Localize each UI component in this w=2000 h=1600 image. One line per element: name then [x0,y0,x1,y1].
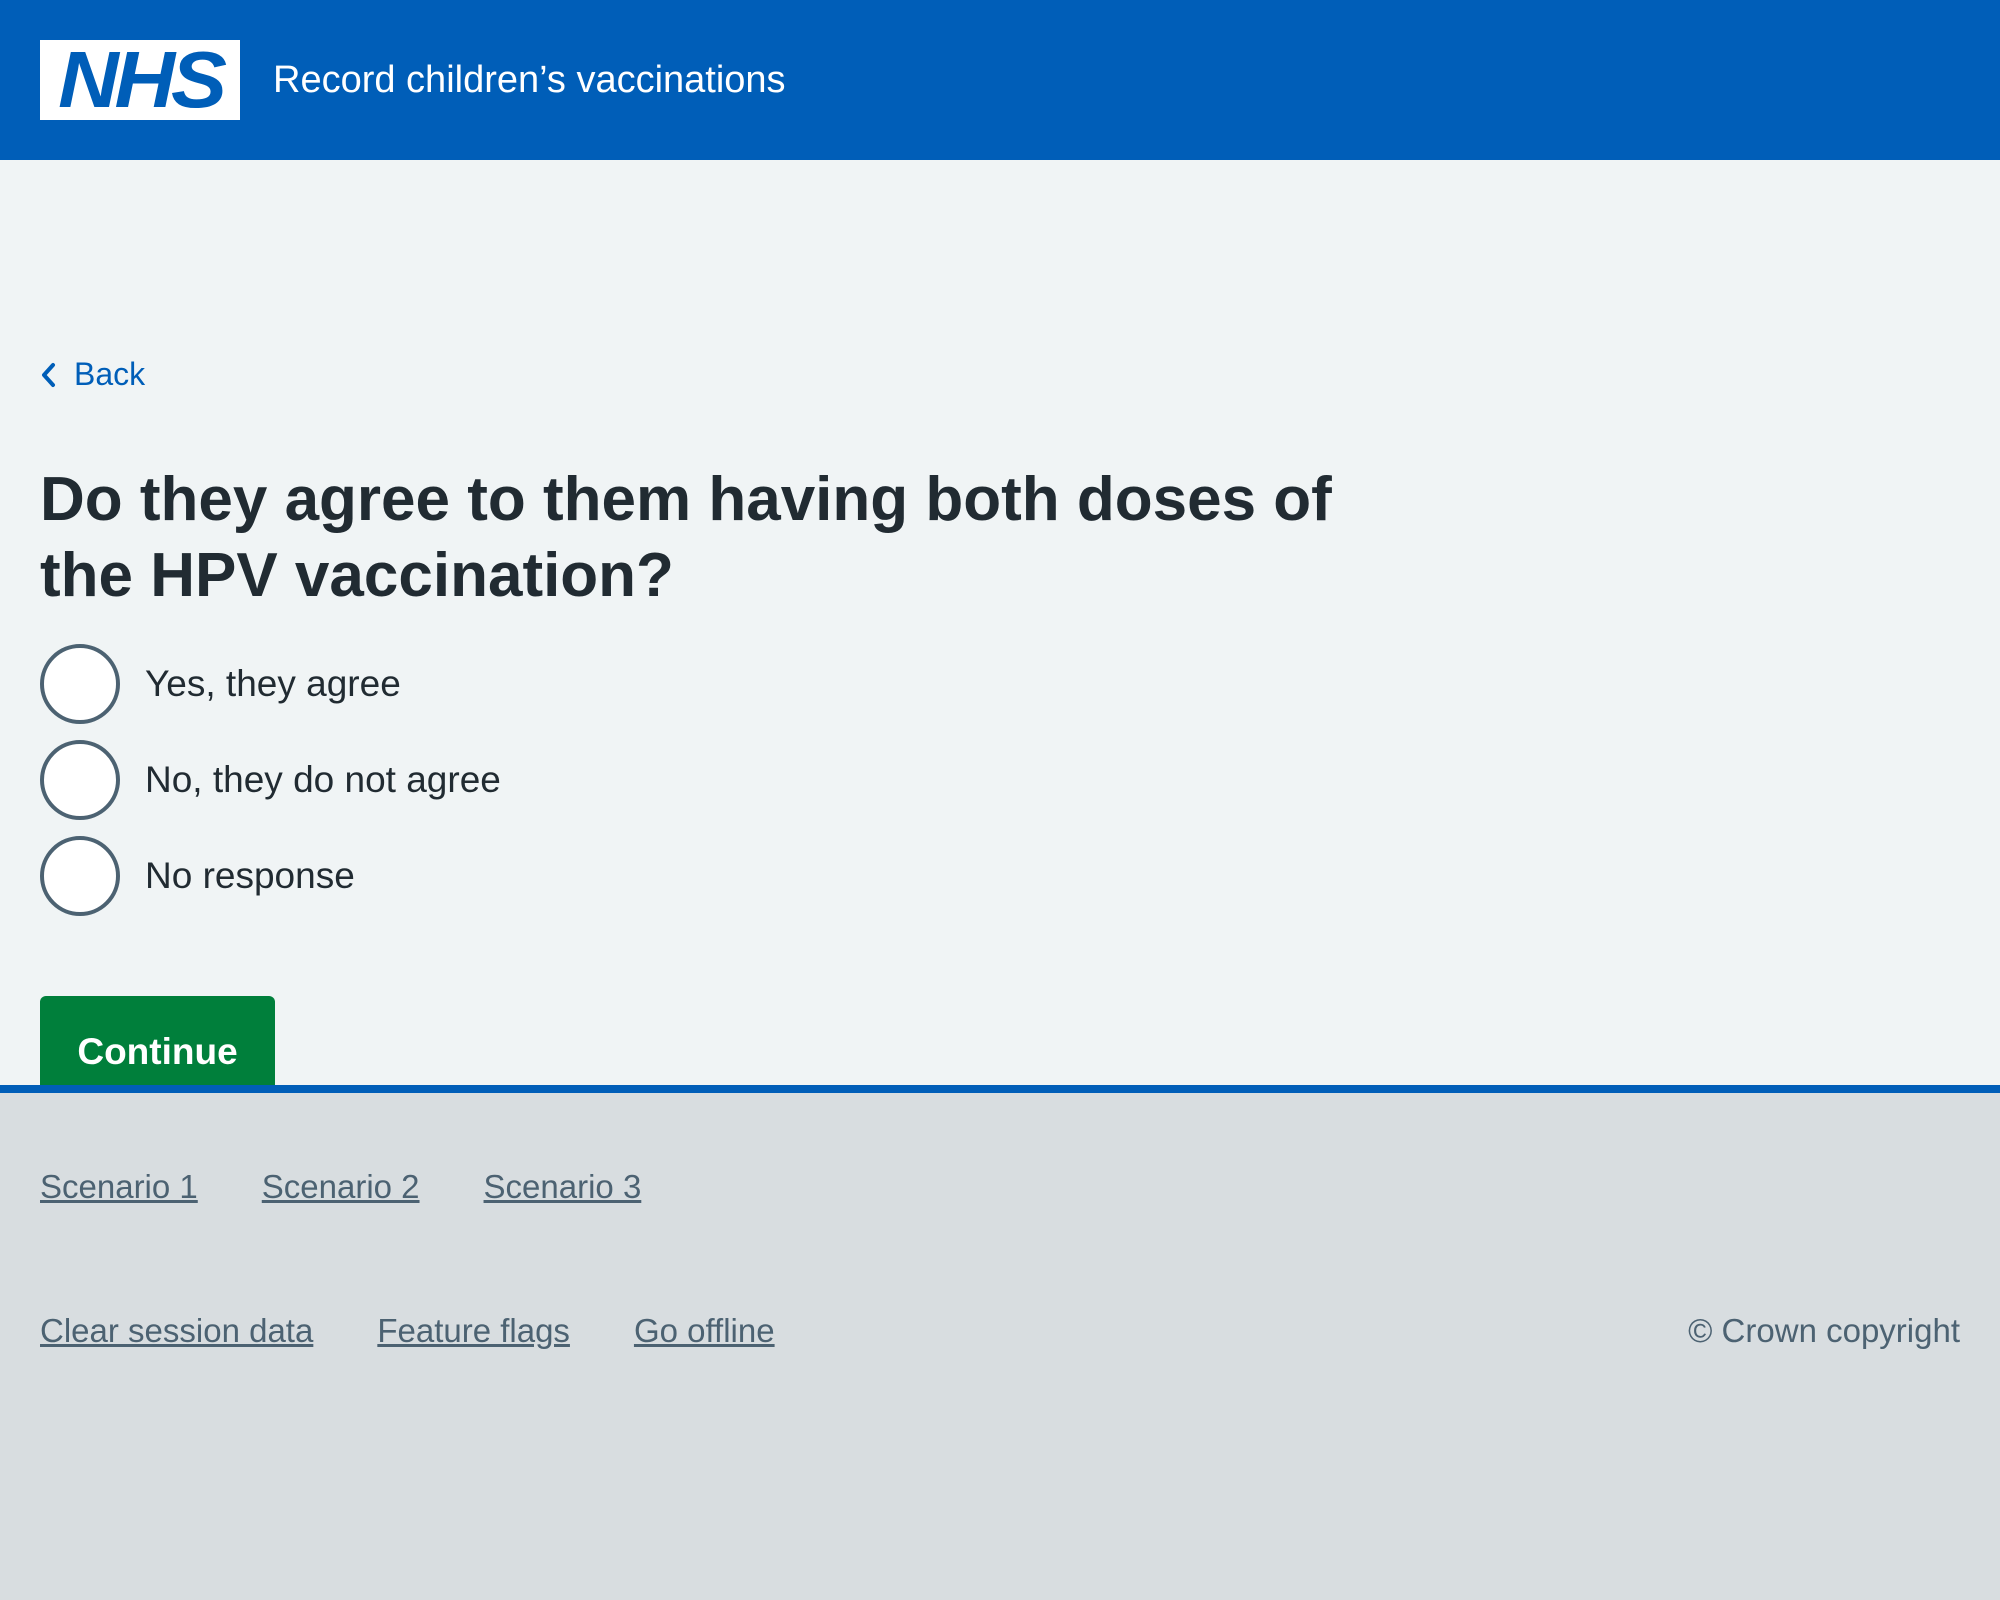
radio-button-no-response[interactable] [40,836,120,916]
site-header: NHS Record children’s vaccinations [0,0,2000,160]
radio-label-yes: Yes, they agree [145,663,401,704]
radio-button-no[interactable] [40,740,120,820]
site-footer: Scenario 1 Scenario 2 Scenario 3 Clear s… [0,1085,2000,1600]
go-offline-link[interactable]: Go offline [634,1312,775,1350]
consent-radio-group: Yes, they agree No, they do not agree No… [40,644,501,932]
service-name-link[interactable]: Record children’s vaccinations [273,61,786,99]
utility-links: Clear session data Feature flags Go offl… [40,1312,775,1350]
radio-label-no: No, they do not agree [145,759,501,800]
scenario-2-link[interactable]: Scenario 2 [262,1168,420,1206]
radio-option-no[interactable]: No, they do not agree [40,740,501,820]
radio-label-no-response: No response [145,855,355,896]
back-link-label: Back [74,356,146,392]
radio-button-yes[interactable] [40,644,120,724]
chevron-left-icon [42,362,55,387]
copyright-text: © Crown copyright [1688,1312,1960,1349]
scenario-3-link[interactable]: Scenario 3 [484,1168,642,1206]
main-content: Back Do they agree to them having both d… [0,160,2000,1108]
feature-flags-link[interactable]: Feature flags [377,1312,570,1350]
clear-session-data-link[interactable]: Clear session data [40,1312,313,1350]
nhs-logo-text: NHS [57,35,227,124]
radio-option-yes[interactable]: Yes, they agree [40,644,501,724]
nhs-logo[interactable]: NHS [40,40,240,120]
scenario-1-link[interactable]: Scenario 1 [40,1168,198,1206]
radio-option-no-response[interactable]: No response [40,836,501,916]
back-link[interactable]: Back [40,356,145,393]
scenario-links: Scenario 1 Scenario 2 Scenario 3 [40,1168,641,1206]
page-title: Do they agree to them having both doses … [40,465,1332,610]
